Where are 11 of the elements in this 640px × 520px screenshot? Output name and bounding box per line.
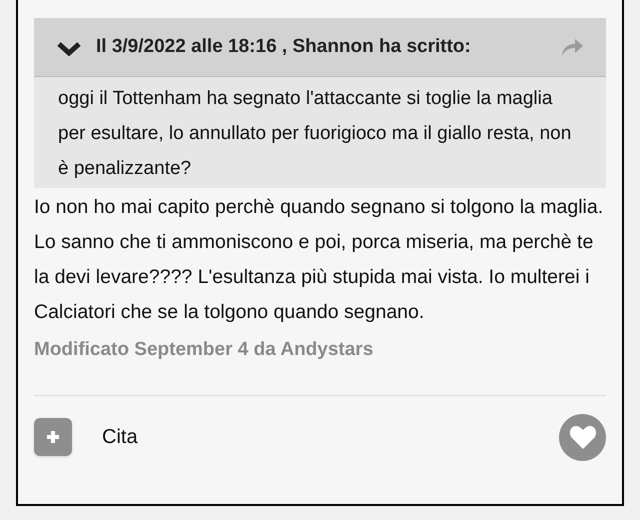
add-button[interactable] <box>34 418 72 456</box>
chevron-icon[interactable] <box>56 40 82 58</box>
share-icon[interactable] <box>560 37 584 57</box>
quote-attribution: Il 3/9/2022 alle 18:16 , Shannon ha scritto: <box>96 34 471 59</box>
quote-link[interactable]: Cita <box>102 422 138 452</box>
post-text: Io non ho mai capito perchè quando segnano si tolgono la maglia. Lo sanno che ti ammoniscono e poi, porca miseria, ma perchè te la devi levare???? L'esultanza più stupida mai vista. Io multerei i Calciatori che se la tolgono quando segnano. <box>34 195 604 325</box>
edited-note: Modificato September 4 da Andystars <box>34 338 374 362</box>
heart-icon <box>568 424 596 450</box>
quote-text: oggi il Tottenham ha segnato l'attaccante si toglie la maglia per esultare, lo annullato per fuorigioco ma il giallo resta, non è penalizzante? <box>57 87 572 181</box>
like-button[interactable] <box>559 414 606 460</box>
plus-icon <box>45 429 61 445</box>
